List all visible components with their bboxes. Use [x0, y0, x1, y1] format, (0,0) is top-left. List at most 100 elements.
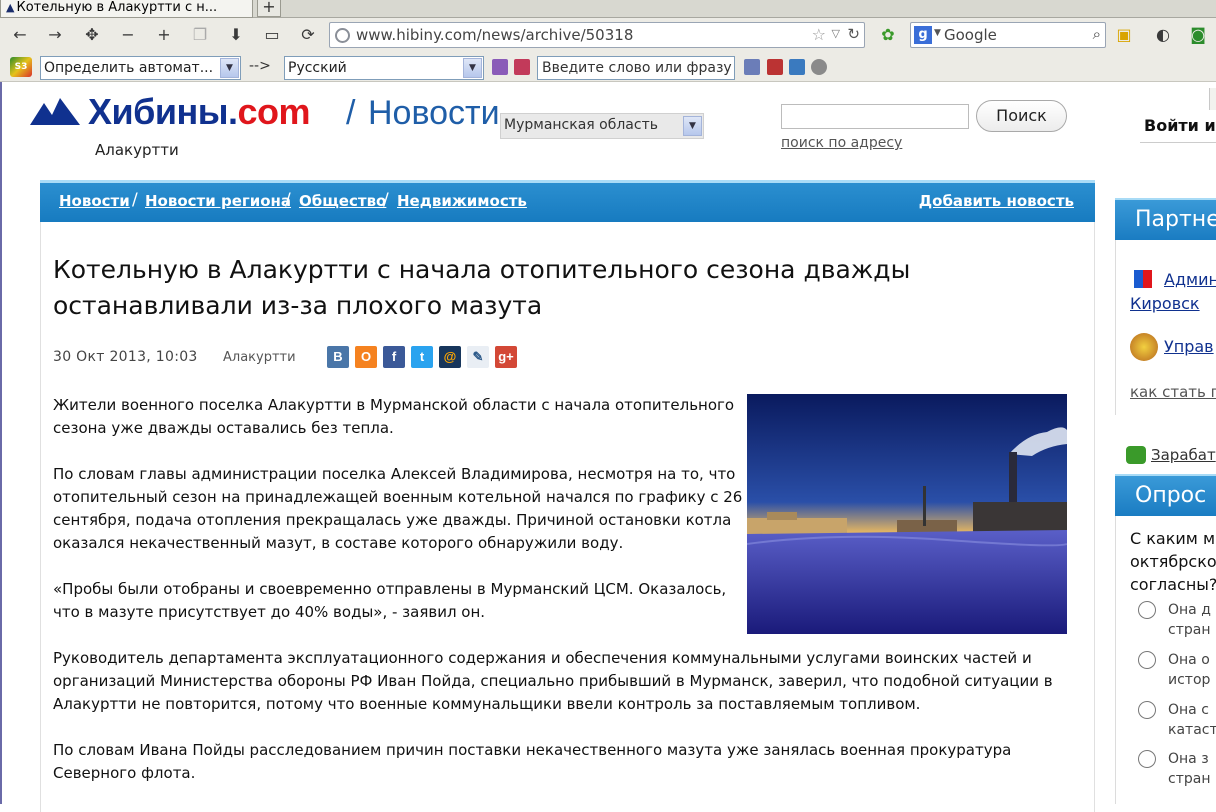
- breadcrumb-news[interactable]: Новости: [59, 192, 130, 210]
- article-paragraph: Руководитель департамента эксплуатационн…: [53, 649, 1053, 713]
- engine-dropdown-icon[interactable]: ▼: [934, 28, 941, 38]
- url-dropdown-icon[interactable]: ▽: [832, 27, 840, 40]
- logo-main-text: Хибины.: [88, 91, 238, 132]
- odnoklassniki-share-icon[interactable]: О: [355, 346, 377, 368]
- poll-question: С каким м октябрско согласны?: [1130, 529, 1216, 594]
- back-arrow-icon[interactable]: ←: [8, 24, 32, 46]
- login-link[interactable]: Войти и...: [1144, 116, 1216, 135]
- addon-icon[interactable]: ✿: [876, 24, 900, 46]
- login-divider: [1140, 142, 1216, 143]
- zoom-in-icon[interactable]: +: [152, 24, 176, 46]
- bookmark-star-icon[interactable]: ☆: [812, 25, 826, 44]
- poll-option-line: стран: [1168, 771, 1211, 787]
- vkontakte-share-icon[interactable]: В: [327, 346, 349, 368]
- add-news-link[interactable]: Добавить новость: [919, 192, 1074, 210]
- browser-tab[interactable]: ▲ Котельную в Алакуртти с н...: [0, 0, 253, 18]
- google-logo-icon: g: [914, 26, 932, 44]
- home-move-icon[interactable]: ✥: [80, 24, 104, 46]
- settings-gear-icon[interactable]: [811, 59, 827, 75]
- dictionary-icon[interactable]: [514, 59, 530, 75]
- translate-addon-icon[interactable]: ◙: [1186, 24, 1210, 46]
- region-select[interactable]: Мурманская область ▼: [500, 113, 704, 139]
- poll-option-line: Она д: [1168, 602, 1211, 618]
- poll-option-2[interactable]: Она о истор: [1168, 650, 1216, 690]
- earn-link[interactable]: Зарабат: [1151, 446, 1216, 464]
- become-partner-link[interactable]: как стать п: [1130, 383, 1216, 401]
- forward-arrow-icon[interactable]: →: [43, 24, 67, 46]
- poll-header: Опрос: [1115, 474, 1216, 516]
- partner-link-kirovsk[interactable]: Кировск: [1130, 294, 1200, 313]
- users-icon[interactable]: [789, 59, 805, 75]
- article-date: 30 Окт 2013, 10:03: [53, 349, 198, 365]
- translate-page-icon[interactable]: [492, 59, 508, 75]
- breadcrumb-separator: /: [132, 190, 138, 210]
- translate-toolbar: S3 Определить автомат... ▼ --> Русский ▼ В…: [0, 54, 1216, 82]
- partner-link-admin-office[interactable]: Управ: [1164, 337, 1214, 356]
- article-place[interactable]: Алакуртти: [223, 350, 296, 365]
- search-icon[interactable]: ⌕: [1093, 25, 1101, 43]
- refresh-icon[interactable]: ↻: [847, 25, 860, 43]
- search-bar[interactable]: g ▼ Google ⌕: [910, 22, 1106, 48]
- copy-icon[interactable]: ❐: [188, 24, 212, 46]
- address-search-link[interactable]: поиск по адресу: [781, 135, 902, 151]
- bookmarks-icon[interactable]: ▣: [1112, 24, 1136, 46]
- clipboard-icon[interactable]: [767, 59, 783, 75]
- section-title[interactable]: Новости: [368, 93, 500, 133]
- source-language-value: Определить автомат...: [44, 60, 214, 76]
- poll-option-line: Она з: [1168, 751, 1209, 767]
- article-title: Котельную в Алакуртти с начала отопитель…: [53, 255, 911, 320]
- google-plus-share-icon[interactable]: g+: [495, 346, 517, 368]
- breadcrumb-realty[interactable]: Недвижимость: [397, 192, 527, 210]
- mountains-logo-icon[interactable]: [30, 95, 80, 125]
- download-icon[interactable]: ⬇: [224, 24, 248, 46]
- translate-direction-arrow: -->: [249, 58, 271, 74]
- translate-input[interactable]: Введите слово или фразу: [537, 56, 735, 80]
- source-language-select[interactable]: Определить автомат... ▼: [40, 56, 241, 80]
- partner-link-admin[interactable]: Админ: [1164, 270, 1216, 289]
- extension-icon[interactable]: ◐: [1151, 24, 1175, 46]
- city-label: Алакуртти: [95, 141, 179, 159]
- reload-icon[interactable]: ⟳: [296, 24, 320, 46]
- chevron-down-icon: ▼: [683, 116, 702, 136]
- target-language-select[interactable]: Русский ▼: [284, 56, 484, 80]
- poll-option-3[interactable]: Она с катаст: [1168, 700, 1216, 740]
- chevron-down-icon: ▼: [220, 58, 239, 78]
- poll-radio[interactable]: [1138, 701, 1156, 719]
- poll-option-line: истор: [1168, 672, 1211, 688]
- address-bar[interactable]: www.hibiny.com/news/archive/50318 ☆ ▽ ↻: [329, 22, 865, 48]
- breadcrumb: Новости / Новости региона / Общество / Н…: [40, 180, 1095, 222]
- zoom-out-icon[interactable]: −: [116, 24, 140, 46]
- window-icon[interactable]: ▭: [260, 24, 284, 46]
- poll-option-4[interactable]: Она з стран: [1168, 749, 1216, 789]
- logo-slash: /: [346, 94, 356, 132]
- poll-radio[interactable]: [1138, 601, 1156, 619]
- partners-header: Партнеры: [1115, 198, 1216, 240]
- site-logo[interactable]: Хибины.com: [88, 91, 311, 133]
- poll-radio[interactable]: [1138, 651, 1156, 669]
- breadcrumb-society[interactable]: Общество: [299, 192, 386, 210]
- facebook-share-icon[interactable]: f: [383, 346, 405, 368]
- breadcrumb-separator: /: [383, 190, 389, 210]
- new-tab-button[interactable]: +: [257, 0, 281, 17]
- livejournal-share-icon[interactable]: ✎: [467, 346, 489, 368]
- article-paragraph: По словам Ивана Пойды расследованием при…: [53, 741, 1012, 782]
- region-value: Мурманская область: [504, 117, 658, 133]
- poll-radio[interactable]: [1138, 750, 1156, 768]
- translate-text-icon[interactable]: [744, 59, 760, 75]
- breadcrumb-region-news[interactable]: Новости региона: [145, 192, 291, 210]
- site-favicon-icon: ▲: [6, 1, 15, 14]
- translate-logo-icon[interactable]: S3: [10, 57, 32, 77]
- emblem-icon: [1130, 333, 1158, 361]
- poll-option-line: Она с: [1168, 702, 1209, 718]
- poll-option-1[interactable]: Она д стран: [1168, 600, 1216, 640]
- search-button[interactable]: Поиск: [976, 100, 1067, 132]
- twitter-share-icon[interactable]: t: [411, 346, 433, 368]
- scrollbar[interactable]: [1209, 88, 1216, 110]
- breadcrumb-separator: /: [285, 190, 291, 210]
- poll-option-line: катаст: [1168, 722, 1216, 738]
- mail-ru-share-icon[interactable]: @: [439, 346, 461, 368]
- site-search-input[interactable]: [781, 104, 969, 129]
- target-language-value: Русский: [288, 60, 347, 76]
- article-paragraph: «Пробы были отобраны и своевременно отпр…: [53, 580, 727, 621]
- window-left-edge: [0, 82, 2, 804]
